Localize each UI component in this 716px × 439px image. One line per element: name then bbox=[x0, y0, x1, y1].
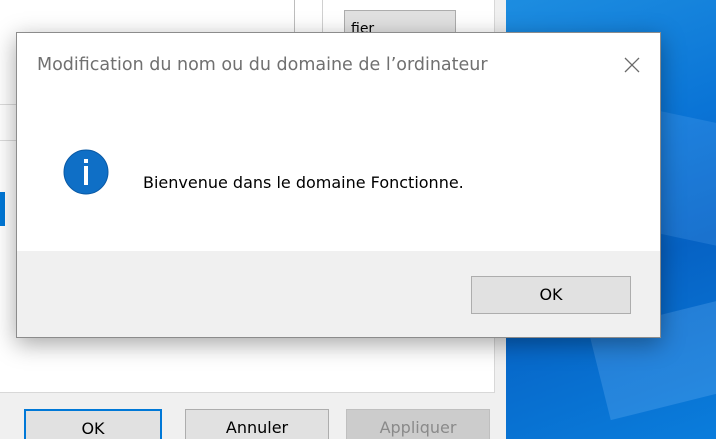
message-dialog: Modification du nom ou du domaine de l’o… bbox=[16, 32, 661, 338]
close-icon[interactable] bbox=[616, 49, 648, 81]
info-icon bbox=[63, 149, 109, 195]
screen: fier OK Annuler Appliquer Modification d… bbox=[0, 0, 716, 439]
dialog-title: Modification du nom ou du domaine de l’o… bbox=[37, 55, 488, 75]
divider bbox=[322, 0, 323, 36]
focus-marker bbox=[0, 192, 5, 226]
ok-button[interactable]: OK bbox=[471, 276, 631, 314]
background-apply-button: Appliquer bbox=[346, 409, 490, 439]
background-ok-button[interactable]: OK bbox=[24, 409, 162, 439]
background-cancel-button[interactable]: Annuler bbox=[185, 409, 329, 439]
dialog-message: Bienvenue dans le domaine Fonctionne. bbox=[143, 173, 464, 192]
dialog-titlebar[interactable]: Modification du nom ou du domaine de l’o… bbox=[17, 33, 660, 99]
divider bbox=[294, 0, 295, 36]
